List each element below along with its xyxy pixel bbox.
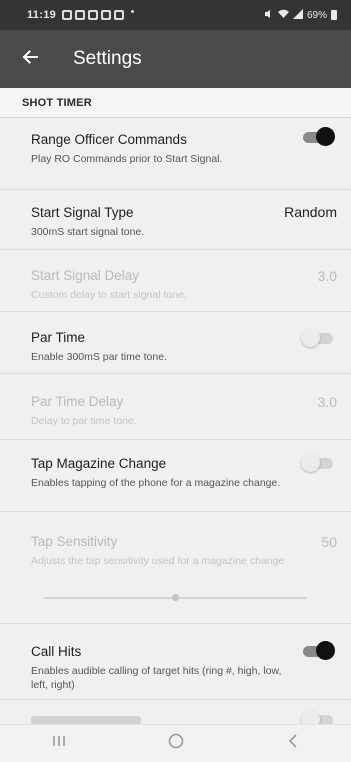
notification-icon [88, 10, 99, 20]
more-notifications-icon [131, 10, 135, 13]
pref-par-time[interactable]: Par Time Enable 300mS par time tone. [0, 312, 351, 374]
notification-icon [101, 10, 112, 20]
pref-start-signal-delay: Start Signal Delay Custom delay to start… [0, 250, 351, 312]
system-back-button[interactable] [263, 725, 323, 762]
pref-title: Start Signal Delay [31, 268, 140, 283]
notification-icon [62, 10, 73, 20]
pref-summary: Adjusts the tap sensitivity used for a m… [31, 555, 285, 567]
arrow-left-icon [20, 47, 40, 72]
back-button[interactable] [0, 30, 60, 88]
pref-summary: Enables tapping of the phone for a magaz… [31, 477, 281, 489]
tap-magazine-toggle[interactable] [301, 453, 335, 473]
call-hits-toggle[interactable] [301, 641, 335, 661]
pref-summary: Custom delay to start signal tone. [31, 289, 187, 301]
notification-icon [114, 10, 125, 20]
pref-range-officer-commands[interactable]: Range Officer Commands Play RO Commands … [0, 118, 351, 190]
section-header-shot-timer: SHOT TIMER [0, 88, 351, 118]
toggle-thumb [301, 710, 320, 724]
status-right: 69% [264, 8, 337, 22]
wifi-icon [277, 9, 289, 22]
par-time-toggle[interactable] [301, 328, 335, 348]
pref-call-hits[interactable]: Call Hits Enables audible calling of tar… [0, 624, 351, 700]
pref-title: Tap Sensitivity [31, 534, 118, 549]
slider-knob [172, 594, 179, 601]
pref-title: Call Hits [31, 644, 82, 659]
toggle-thumb [301, 328, 320, 347]
pref-title: Par Time [31, 330, 86, 345]
signal-icon [292, 8, 303, 22]
pref-title-cutoff [31, 716, 141, 724]
tap-sensitivity-slider [44, 593, 307, 603]
par-time-delay-value: 3.0 [317, 394, 337, 410]
tap-sensitivity-value: 50 [321, 534, 337, 550]
pref-summary: Play RO Commands prior to Start Signal. [31, 153, 223, 165]
notification-icon [75, 10, 86, 20]
range-officer-toggle[interactable] [301, 127, 335, 147]
recents-button[interactable] [29, 725, 89, 762]
start-signal-delay-value: 3.0 [317, 268, 337, 284]
pref-summary: Delay to par time tone. [31, 415, 137, 427]
pref-start-signal-type[interactable]: Start Signal Type 300mS start signal ton… [0, 190, 351, 250]
toggle-thumb [316, 641, 335, 660]
toggle-thumb [316, 127, 335, 146]
pref-partial-next[interactable] [0, 700, 351, 724]
page-title: Settings [73, 48, 142, 69]
app-bar: Settings [0, 30, 351, 88]
pref-tap-magazine-change[interactable]: Tap Magazine Change Enables tapping of t… [0, 440, 351, 512]
settings-screen: 11:19 69% Settings SHOT TIMER Range Offi… [0, 0, 351, 762]
pref-title: Range Officer Commands [31, 132, 187, 147]
status-bar: 11:19 69% [0, 0, 351, 30]
settings-list[interactable]: SHOT TIMER Range Officer Commands Play R… [0, 88, 351, 724]
pref-summary: 300mS start signal tone. [31, 226, 145, 238]
pref-title: Tap Magazine Change [31, 456, 167, 471]
toggle-thumb [301, 453, 320, 472]
pref-summary: Enable 300mS par time tone. [31, 351, 167, 363]
status-time: 11:19 [27, 9, 57, 21]
pref-par-time-delay: Par Time Delay Delay to par time tone. 3… [0, 374, 351, 440]
start-signal-type-value: Random [284, 204, 337, 220]
pref-tap-sensitivity: Tap Sensitivity Adjusts the tap sensitiv… [0, 512, 351, 624]
home-icon [167, 732, 185, 755]
battery-icon [331, 10, 337, 20]
system-nav-bar [0, 724, 351, 762]
mute-icon [264, 9, 274, 22]
home-button[interactable] [146, 725, 206, 762]
partial-next-toggle[interactable] [301, 710, 335, 724]
pref-summary: Enables audible calling of target hits (… [31, 665, 282, 691]
notification-icons [62, 10, 135, 20]
recents-icon [51, 734, 67, 753]
back-chevron-icon [287, 733, 299, 754]
pref-title: Par Time Delay [31, 394, 124, 409]
battery-percent: 69% [306, 9, 327, 21]
